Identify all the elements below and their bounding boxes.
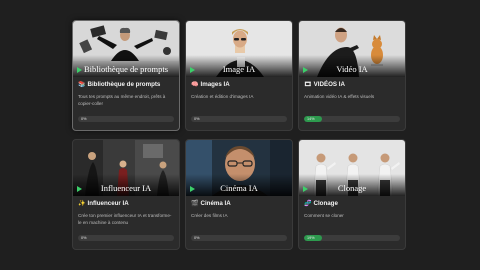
course-thumbnail: Clonage [299, 140, 405, 196]
progress-label: 0% [194, 236, 200, 240]
thumbnail-title: Bibliothèque de prompts [83, 64, 169, 74]
course-card-cloning[interactable]: Clonage 🧬 Clonage Comment se cloner 19% [298, 139, 406, 250]
course-description: Animation vidéo IA & effets visuels [304, 94, 375, 99]
progress-bar: 19% [304, 235, 400, 241]
progress-bar: 0% [191, 235, 287, 241]
thumbnail-title: Vidéo IA [336, 64, 368, 74]
sparkle-icon: ✨ [78, 201, 86, 207]
course-title: VIDÉOS IA [313, 81, 345, 88]
course-title: Cinéma IA [200, 200, 231, 207]
course-title-row: 🎞 VIDÉOS IA [304, 81, 400, 88]
course-title-row: 🎬 Cinéma IA [191, 200, 287, 207]
progress-label: 0% [81, 236, 87, 240]
course-title-row: 🧬 Clonage [304, 200, 400, 207]
course-card-influencer[interactable]: Influenceur IA ✨ Influenceur IA Crée ton… [72, 139, 180, 250]
progress-label: 0% [194, 117, 200, 121]
course-thumbnail: Influenceur IA [73, 140, 179, 196]
progress-bar: 0% [78, 235, 174, 241]
course-grid: Bibliothèque de prompts 📚 Bibliothèque d… [72, 20, 406, 250]
course-thumbnail: Image IA [186, 21, 292, 77]
course-thumbnail: Cinéma IA [186, 140, 292, 196]
course-title-row: 🧠 Images IA [191, 81, 287, 88]
progress-bar: 0% [191, 116, 287, 122]
course-title: Clonage [313, 200, 338, 207]
progress-label: 0% [81, 117, 87, 121]
thumbnail-title: Cinéma IA [220, 183, 258, 193]
course-title-row: 📚 Bibliothèque de prompts [78, 81, 174, 88]
thumbnail-title: Image IA [222, 64, 256, 74]
clapper-icon: 🎬 [191, 201, 199, 207]
course-card-cinema[interactable]: Cinéma IA 🎬 Cinéma IA Créer des films IA… [185, 139, 293, 250]
course-description: Création et édition d'images IA [191, 94, 254, 99]
course-title-row: ✨ Influenceur IA [78, 200, 174, 207]
progress-bar: 0% [78, 116, 174, 122]
course-card-images[interactable]: Image IA 🧠 Images IA Création et édition… [185, 20, 293, 131]
course-description: Comment se cloner [304, 213, 344, 218]
course-thumbnail: Bibliothèque de prompts [73, 21, 179, 77]
books-icon: 📚 [78, 82, 86, 88]
dna-icon: 🧬 [304, 201, 312, 207]
thumbnail-title: Clonage [337, 183, 367, 193]
progress-label: 14% [307, 117, 315, 121]
film-icon: 🎞 [304, 82, 312, 88]
brain-icon: 🧠 [191, 82, 199, 88]
course-card-videos[interactable]: Vidéo IA 🎞 VIDÉOS IA Animation vidéo IA … [298, 20, 406, 131]
course-title: Images IA [200, 81, 230, 88]
course-card-prompt-library[interactable]: Bibliothèque de prompts 📚 Bibliothèque d… [72, 20, 180, 131]
progress-label: 19% [307, 236, 315, 240]
course-thumbnail: Vidéo IA [299, 21, 405, 77]
course-description: Crée ton premier influenceur IA et trans… [78, 213, 172, 226]
course-title: Bibliothèque de prompts [87, 81, 161, 88]
thumbnail-title: Influenceur IA [100, 183, 152, 193]
course-description: Créer des films IA [191, 213, 228, 218]
progress-bar: 14% [304, 116, 400, 122]
course-description: Tous tes prompts au même endroit, prêts … [78, 94, 166, 107]
course-title: Influenceur IA [87, 200, 129, 207]
